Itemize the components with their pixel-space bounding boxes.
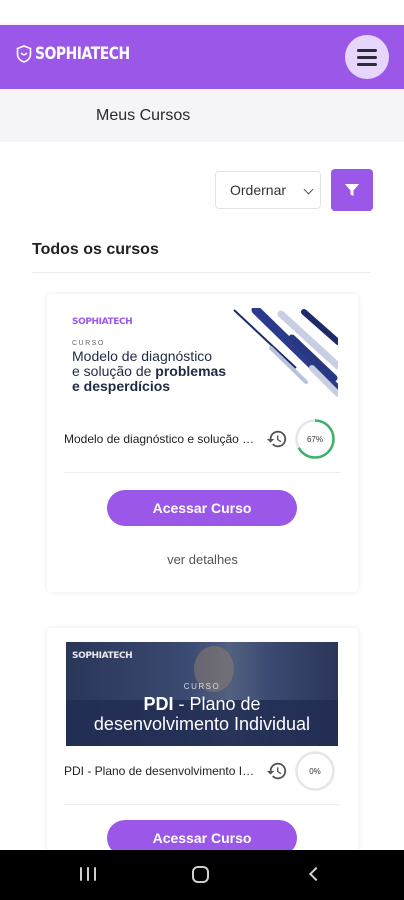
course-name[interactable]: PDI - Plano de desenvolvimento Individua…: [64, 764, 260, 778]
hamburger-menu-button[interactable]: [345, 35, 389, 79]
chevron-down-icon: [303, 184, 314, 195]
brand-logo[interactable]: SOPHIATECH: [16, 44, 150, 64]
course-thumbnail[interactable]: SOPHIATECH CURSO Modelo de diagnóstico e…: [66, 308, 338, 412]
page-title: Meus Cursos: [96, 107, 191, 124]
course-info-row: Modelo de diagnóstico e solução de probl…: [64, 418, 340, 462]
course-card: SOPHIATECH CURSO Modelo de diagnóstico e…: [47, 294, 358, 592]
thumbnail-brand: SOPHIATECH: [72, 651, 133, 661]
course-thumbnail[interactable]: SOPHIATECH CURSO PDI - Plano de desenvol…: [66, 642, 338, 746]
thumbnail-brand: SOPHIATECH: [72, 317, 133, 327]
home-icon[interactable]: [192, 866, 209, 883]
sort-select[interactable]: Ordernar: [215, 171, 321, 209]
thumbnail-title: PDI - Plano de desenvolvimento Individua…: [93, 694, 311, 734]
progress-percent: 67%: [306, 434, 323, 444]
system-navigation-bar: [0, 850, 404, 900]
section-divider: [32, 272, 370, 273]
app-header: SOPHIATECH: [0, 25, 404, 89]
section-title: Todos os cursos: [32, 241, 159, 258]
thumbnail-title: Modelo de diagnóstico e solução de probl…: [72, 348, 227, 394]
history-icon[interactable]: [266, 428, 288, 450]
course-name[interactable]: Modelo de diagnóstico e solução de probl…: [64, 432, 260, 446]
access-course-button[interactable]: Acessar Curso: [107, 490, 297, 526]
page-subheader: Meus Cursos: [0, 89, 404, 142]
thumbnail-kicker: CURSO: [72, 340, 105, 347]
filter-button[interactable]: [331, 169, 373, 211]
history-icon[interactable]: [266, 760, 288, 782]
hamburger-menu-icon: [357, 48, 377, 52]
recent-apps-icon[interactable]: [80, 867, 96, 883]
thumbnail-kicker: CURSO: [183, 682, 221, 691]
back-icon[interactable]: [308, 866, 324, 882]
card-divider: [64, 472, 340, 473]
card-divider: [64, 804, 340, 805]
status-bar: [0, 0, 404, 25]
course-info-row: PDI - Plano de desenvolvimento Individua…: [64, 750, 340, 794]
sort-select-label: Ordernar: [230, 182, 287, 198]
filter-funnel-icon: [345, 184, 359, 196]
brand-name: SOPHIATECH: [35, 44, 130, 64]
view-details-link[interactable]: ver detalhes: [47, 552, 358, 567]
course-card: SOPHIATECH CURSO PDI - Plano de desenvol…: [47, 628, 358, 858]
progress-percent: 0%: [309, 766, 321, 776]
shield-logo-icon: [16, 45, 32, 63]
